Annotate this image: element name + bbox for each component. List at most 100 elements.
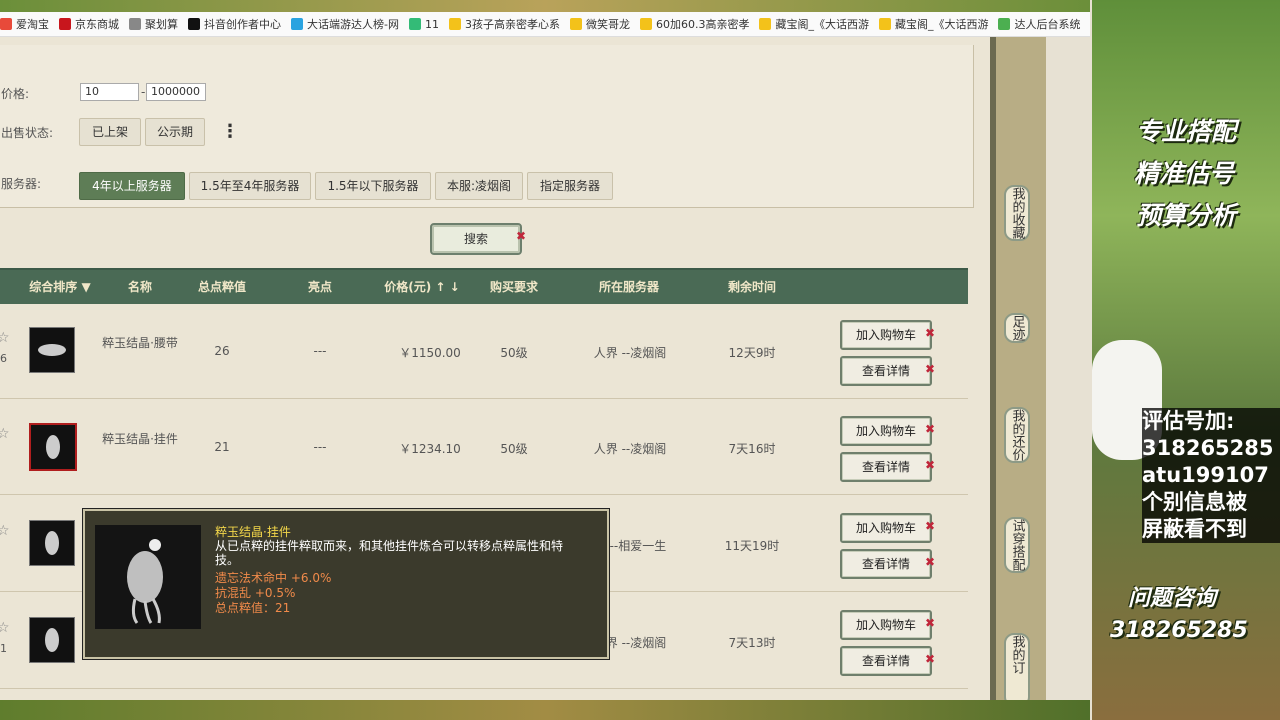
add-to-cart-button[interactable]: 加入购物车 xyxy=(840,320,932,350)
consult-number: 318265285 xyxy=(1110,618,1248,643)
bookmark-item[interactable]: 大话端游达人榜-网 xyxy=(291,16,399,32)
right-sidebar: 我的收藏 足迹 我的还价 试穿搭配 我的订 xyxy=(990,37,1046,707)
item-name[interactable]: 粹玉结晶·腰带 xyxy=(100,336,180,351)
time-header: 剩余时间 xyxy=(727,280,776,294)
server-label: 服务器: xyxy=(1,177,42,191)
bookmark-item[interactable]: 达人后台系统 xyxy=(998,16,1080,32)
view-detail-button[interactable]: 查看详情 xyxy=(840,549,932,579)
table-row: ☆ 粹玉结晶·挂件 21 --- ￥1234.10 50级 人界 --凌烟阁 7天16时 加入购… xyxy=(0,398,968,495)
bookmark-item[interactable]: 聚划算 xyxy=(129,16,178,32)
close-icon: ✖ xyxy=(925,422,936,436)
bookmark-favicon-icon xyxy=(569,18,582,30)
close-icon: ✖ xyxy=(925,326,936,340)
favorite-star-icon[interactable]: ☆ xyxy=(0,620,10,636)
favorite-count: 6 xyxy=(0,352,7,365)
close-icon: ✖ xyxy=(925,555,936,569)
server-1-5-to-4yr-button[interactable]: 1.5年至4年服务器 xyxy=(189,172,311,200)
bookmark-label: 60加60.3高亲密孝 xyxy=(655,18,750,31)
tooltip-total-points: 总点粹值：21 xyxy=(215,601,291,615)
bookmark-item[interactable]: 11 xyxy=(408,18,439,31)
item-points: 26 xyxy=(214,344,230,358)
status-publicity-button[interactable]: 公示期 xyxy=(145,118,205,146)
bookmark-label: 爱淘宝 xyxy=(16,18,49,31)
bottom-strip xyxy=(0,700,1090,720)
favorite-star-icon[interactable]: ☆ xyxy=(0,426,10,442)
stream-overlay: 专业搭配 精准估号 预算分析 评估号加: 318265285 atu199107… xyxy=(1092,0,1280,720)
contact-line: atu199107 xyxy=(1142,463,1269,487)
bookmark-label: 藏宝阁_《大话西游 xyxy=(775,18,869,31)
server-specified-button[interactable]: 指定服务器 xyxy=(527,172,613,200)
item-remaining-time: 12天9时 xyxy=(728,346,776,360)
bookmark-item[interactable]: 藏宝阁_《大话西游 xyxy=(759,16,869,32)
contact-line: 评估号加: xyxy=(1142,409,1235,433)
server-current-button[interactable]: 本服:凌烟阁 xyxy=(435,172,523,200)
add-to-cart-button[interactable]: 加入购物车 xyxy=(840,416,932,446)
consult-label: 问题咨询 xyxy=(1128,586,1217,611)
highlight-header: 亮点 xyxy=(307,280,332,294)
sort-composite-header[interactable]: 综合排序 ▼ xyxy=(20,270,100,304)
view-detail-button[interactable]: 查看详情 xyxy=(840,646,932,676)
filter-panel: 价格: 10 - 1000000 出售状态: 已上架 公示期 ⋮ 服务器: 4年… xyxy=(0,45,974,208)
bookmark-item[interactable]: 微笑哥龙 xyxy=(569,16,630,32)
close-icon: ✖ xyxy=(925,362,936,376)
bookmark-item[interactable]: 京东商城 xyxy=(59,16,119,32)
item-requirement: 50级 xyxy=(500,346,528,360)
price-separator: - xyxy=(141,85,146,99)
item-thumbnail[interactable] xyxy=(29,520,75,566)
bookmark-label: 达人后台系统 xyxy=(1014,18,1081,31)
bookmarks-bar: 爱淘宝 京东商城 聚划算 抖音创作者中心 大话端游达人榜-网 11 3孩子高亲密孝心系 微笑哥… xyxy=(0,12,1090,37)
search-button[interactable]: 搜索 xyxy=(430,223,522,255)
bookmark-favicon-icon xyxy=(878,18,891,30)
sidebar-try-on[interactable]: 试穿搭配 xyxy=(1004,517,1030,573)
contact-line: 屏蔽看不到 xyxy=(1142,517,1247,541)
contact-line: 318265285 xyxy=(1142,436,1274,460)
bookmark-favicon-icon xyxy=(408,18,421,30)
bookmark-label: 聚划算 xyxy=(145,18,178,31)
price-sort-header[interactable]: 价格(元) ↑ ↓ xyxy=(378,270,466,304)
contact-box: 评估号加: 318265285 atu199107 个别信息被 屏蔽看不到 xyxy=(1142,408,1280,543)
bookmark-favicon-icon xyxy=(129,18,141,30)
server-under-1-5yr-button[interactable]: 1.5年以下服务器 xyxy=(315,172,431,200)
bookmark-item[interactable]: 60加60.3高亲密孝 xyxy=(639,16,750,32)
bookmark-item[interactable]: 3孩子高亲密孝心系 xyxy=(448,16,560,32)
server-4yr-plus-button[interactable]: 4年以上服务器 xyxy=(79,172,185,200)
favorite-count: 1 xyxy=(0,642,7,655)
item-thumbnail[interactable] xyxy=(29,617,75,663)
bookmark-item[interactable]: 爱淘宝 xyxy=(0,16,49,32)
sidebar-try-on-label: 试穿搭配 xyxy=(1009,519,1025,571)
bookmark-item[interactable]: 抖音创作者中心 xyxy=(188,16,281,32)
item-highlight: --- xyxy=(313,344,327,358)
price-min-input[interactable]: 10 xyxy=(80,83,139,101)
item-remaining-time: 7天16时 xyxy=(728,442,776,456)
item-remaining-time: 7天13时 xyxy=(728,636,776,650)
sidebar-bargain[interactable]: 我的还价 xyxy=(1004,407,1030,463)
item-thumbnail[interactable] xyxy=(29,423,77,471)
bookmark-label: 抖音创作者中心 xyxy=(204,18,281,31)
item-remaining-time: 11天19时 xyxy=(724,539,780,553)
item-name[interactable]: 粹玉结晶·挂件 xyxy=(100,432,180,447)
view-detail-button[interactable]: 查看详情 xyxy=(840,356,932,386)
view-detail-button[interactable]: 查看详情 xyxy=(840,452,932,482)
favorite-star-icon[interactable]: ☆ xyxy=(0,330,10,346)
item-requirement: 50级 xyxy=(500,442,528,456)
more-options-icon[interactable]: ⋮ xyxy=(221,121,239,142)
item-server: 人界 --凌烟阁 xyxy=(593,442,667,456)
table-row: ☆ 6 粹玉结晶·腰带 26 --- ￥1150.00 50级 人界 --凌烟阁 12天9时 加入… xyxy=(0,302,968,399)
bookmark-item[interactable]: 藏宝阁_《大话西游 xyxy=(878,16,988,32)
add-to-cart-button[interactable]: 加入购物车 xyxy=(840,513,932,543)
bookmark-favicon-icon xyxy=(998,18,1011,30)
bookmark-favicon-icon xyxy=(0,18,12,30)
server-header: 所在服务器 xyxy=(598,280,659,294)
favorite-star-icon[interactable]: ☆ xyxy=(0,523,10,539)
status-listed-button[interactable]: 已上架 xyxy=(79,118,141,146)
name-header: 名称 xyxy=(127,280,152,294)
item-thumbnail[interactable] xyxy=(29,327,75,373)
add-to-cart-button[interactable]: 加入购物车 xyxy=(840,610,932,640)
sidebar-favorites[interactable]: 我的收藏 xyxy=(1004,185,1030,241)
price-max-input[interactable]: 1000000 xyxy=(146,83,206,101)
bookmark-favicon-icon xyxy=(59,18,71,30)
bookmark-label: 京东商城 xyxy=(75,18,119,31)
sidebar-footprint[interactable]: 足迹 xyxy=(1004,313,1030,343)
sidebar-orders[interactable]: 我的订 xyxy=(1004,633,1030,707)
sidebar-footprint-label: 足迹 xyxy=(1009,315,1025,341)
